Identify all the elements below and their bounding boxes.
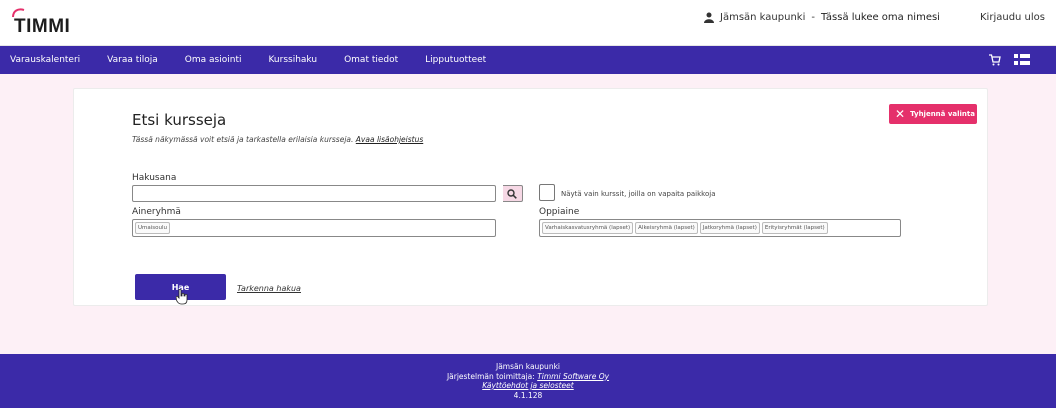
close-icon: ✕ — [895, 107, 906, 121]
user-name: Tässä lukee oma nimesi — [820, 12, 940, 23]
help-link[interactable]: Avaa lisäohjeistus — [356, 135, 423, 144]
main-content: Etsi kursseja Tässä näkymässä voit etsiä… — [0, 74, 1056, 354]
course-search-card: Etsi kursseja Tässä näkymässä voit etsiä… — [73, 88, 988, 306]
nav-item-lipputuotteet[interactable]: Lipputuotteet — [425, 55, 486, 65]
free-places-label: Näytä vain kurssit, joilla on vapaita pa… — [561, 190, 716, 198]
search-button[interactable] — [503, 185, 523, 202]
logo-text: TIMMI — [14, 16, 71, 37]
subject-label: Oppiaine — [539, 207, 580, 217]
refine-search-link[interactable]: Tarkenna hakua — [237, 284, 301, 293]
user-icon — [704, 12, 714, 23]
subject-chip[interactable]: Jatkoryhmä (lapset) — [699, 222, 760, 234]
version-number: 4.1.128 — [513, 390, 543, 400]
search-input[interactable] — [132, 185, 496, 202]
nav-item-varauskalenteri[interactable]: Varauskalenteri — [10, 55, 80, 65]
clear-selection-button[interactable]: ✕ Tyhjennä valinta — [889, 104, 977, 124]
subject-select[interactable]: Varhaiskasvatusryhmä (lapset) Alkeisryhm… — [539, 219, 901, 237]
clear-selection-label: Tyhjennä valinta — [910, 110, 975, 118]
list-menu-icon[interactable] — [1014, 53, 1030, 66]
free-places-checkbox[interactable] — [539, 184, 555, 201]
page-subtitle: Tässä näkymässä voit etsiä ja tarkastell… — [132, 135, 423, 144]
subject-chip[interactable]: Erityisryhmät (lapset) — [761, 222, 828, 234]
nav-item-omat-tiedot[interactable]: Omat tiedot — [344, 55, 398, 65]
nav-item-oma-asiointi[interactable]: Oma asiointi — [185, 55, 242, 65]
nav-item-kurssihaku[interactable]: Kurssihaku — [268, 55, 317, 65]
subject-group-chip[interactable]: Umaisoulu — [135, 222, 171, 234]
subject-group-select[interactable]: Umaisoulu — [132, 219, 496, 237]
cart-icon[interactable] — [989, 54, 1001, 66]
footer: Jämsän kaupunki Järjestelmän toimittaja:… — [0, 354, 1056, 408]
logout-link[interactable]: Kirjaudu ulos — [980, 12, 1045, 23]
subject-chip[interactable]: Alkeisryhmä (lapset) — [635, 222, 698, 234]
footer-supplier-prefix: Järjestelmän toimittaja: — [446, 371, 535, 381]
supplier-link[interactable]: Timmi Software Oy — [537, 372, 609, 381]
nav-item-varaa-tiloja[interactable]: Varaa tiloja — [107, 55, 158, 65]
page-title: Etsi kursseja — [132, 111, 227, 129]
terms-link[interactable]: Käyttöehdot ja selosteet — [482, 381, 573, 390]
timmi-logo[interactable]: TIMMI — [12, 8, 82, 37]
top-header: TIMMI Jämsän kaupunki - Tässä lukee oma … — [0, 0, 1056, 46]
bottom-strip — [0, 408, 1056, 416]
organization-name: Jämsän kaupunki — [720, 12, 806, 23]
main-nav: Varauskalenteri Varaa tiloja Oma asioint… — [0, 46, 1056, 74]
footer-supplier-line: Järjestelmän toimittaja: Timmi Software … — [0, 372, 1056, 382]
search-label: Hakusana — [132, 173, 177, 183]
subject-group-label: Aineryhmä — [132, 207, 181, 217]
user-separator: - — [811, 12, 815, 23]
user-info: Jämsän kaupunki - Tässä lukee oma nimesi — [704, 12, 940, 23]
search-icon — [507, 189, 517, 199]
hand-cursor-icon — [176, 289, 188, 305]
footer-organization: Jämsän kaupunki — [495, 362, 560, 371]
subject-chip[interactable]: Varhaiskasvatusryhmä (lapset) — [542, 222, 634, 234]
subtitle-text: Tässä näkymässä voit etsiä ja tarkastell… — [132, 135, 354, 144]
